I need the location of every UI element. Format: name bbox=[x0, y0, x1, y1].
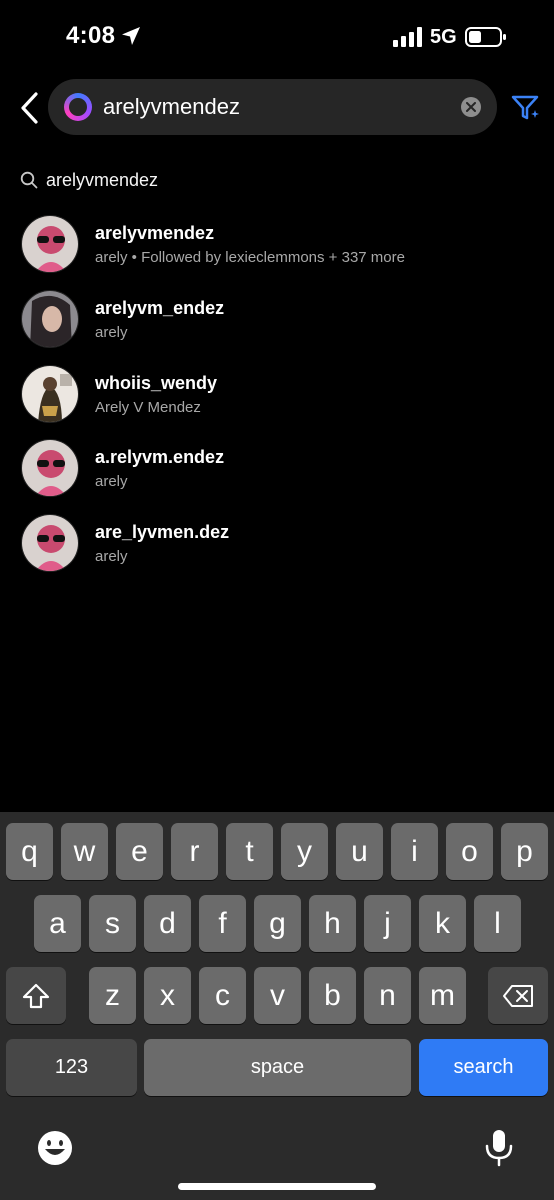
key-c[interactable]: c bbox=[199, 967, 246, 1024]
avatar bbox=[21, 439, 79, 497]
key-l[interactable]: l bbox=[474, 895, 521, 952]
meta-ai-icon bbox=[64, 93, 92, 121]
key-z[interactable]: z bbox=[89, 967, 136, 1024]
cellular-signal-icon bbox=[393, 27, 422, 47]
key-f[interactable]: f bbox=[199, 895, 246, 952]
avatar bbox=[21, 514, 79, 572]
key-b[interactable]: b bbox=[309, 967, 356, 1024]
list-item[interactable]: whoiis_wendy Arely V Mendez bbox=[0, 359, 554, 429]
search-icon bbox=[20, 171, 38, 189]
location-arrow-icon bbox=[122, 27, 140, 45]
list-item[interactable]: arelyvmendez arely • Followed by lexiecl… bbox=[0, 209, 554, 279]
result-username: whoiis_wendy bbox=[95, 373, 218, 393]
list-item[interactable]: a.relyvm.endez arely bbox=[0, 433, 554, 503]
result-subtitle: arely • Followed by lexieclemmons + 337 … bbox=[95, 249, 405, 266]
key-p[interactable]: p bbox=[501, 823, 548, 880]
shift-key[interactable] bbox=[6, 967, 66, 1024]
back-arrow-icon[interactable] bbox=[14, 88, 50, 128]
battery-icon bbox=[465, 27, 506, 47]
search-filter-icon[interactable] bbox=[511, 94, 541, 122]
key-j[interactable]: j bbox=[364, 895, 411, 952]
key-q[interactable]: q bbox=[6, 823, 53, 880]
key-e[interactable]: e bbox=[116, 823, 163, 880]
network-type: 5G bbox=[430, 26, 457, 48]
avatar bbox=[21, 215, 79, 273]
key-d[interactable]: d bbox=[144, 895, 191, 952]
status-bar: 4:08 5G bbox=[0, 0, 554, 72]
result-subtitle: Arely V Mendez bbox=[95, 399, 201, 416]
search-suggestion[interactable]: arelyvmendez bbox=[0, 160, 554, 200]
key-v[interactable]: v bbox=[254, 967, 301, 1024]
status-time: 4:08 bbox=[66, 22, 116, 49]
search-input[interactable]: arelyvmendez bbox=[48, 79, 497, 135]
key-a[interactable]: a bbox=[34, 895, 81, 952]
key-g[interactable]: g bbox=[254, 895, 301, 952]
key-s[interactable]: s bbox=[89, 895, 136, 952]
key-u[interactable]: u bbox=[336, 823, 383, 880]
list-item[interactable]: are_lyvmen.dez arely bbox=[0, 508, 554, 578]
result-username: arelyvmendez bbox=[95, 223, 215, 243]
key-k[interactable]: k bbox=[419, 895, 466, 952]
emoji-icon[interactable] bbox=[35, 1128, 75, 1168]
space-key[interactable]: space bbox=[144, 1039, 411, 1096]
keyboard: q w e r t y u i o p a s d f g h j k l z … bbox=[0, 812, 554, 1200]
search-key[interactable]: search bbox=[419, 1039, 548, 1096]
key-h[interactable]: h bbox=[309, 895, 356, 952]
clear-search-icon[interactable] bbox=[461, 97, 481, 117]
delete-key[interactable] bbox=[488, 967, 548, 1024]
key-x[interactable]: x bbox=[144, 967, 191, 1024]
result-subtitle: arely bbox=[95, 548, 128, 565]
suggestion-text: arelyvmendez bbox=[46, 170, 159, 190]
shift-icon bbox=[22, 983, 50, 1008]
avatar bbox=[21, 365, 79, 423]
key-w[interactable]: w bbox=[61, 823, 108, 880]
home-indicator[interactable] bbox=[178, 1183, 376, 1190]
key-y[interactable]: y bbox=[281, 823, 328, 880]
result-username: a.relyvm.endez bbox=[95, 447, 225, 467]
key-m[interactable]: m bbox=[419, 967, 466, 1024]
key-r[interactable]: r bbox=[171, 823, 218, 880]
backspace-icon bbox=[503, 984, 533, 1007]
avatar bbox=[21, 290, 79, 348]
key-o[interactable]: o bbox=[446, 823, 493, 880]
key-t[interactable]: t bbox=[226, 823, 273, 880]
result-subtitle: arely bbox=[95, 324, 128, 341]
result-username: are_lyvmen.dez bbox=[95, 522, 230, 542]
numbers-key[interactable]: 123 bbox=[6, 1039, 137, 1096]
microphone-icon[interactable] bbox=[479, 1128, 519, 1168]
list-item[interactable]: arelyvm_endez arely bbox=[0, 284, 554, 354]
result-subtitle: arely bbox=[95, 473, 128, 490]
key-i[interactable]: i bbox=[391, 823, 438, 880]
result-username: arelyvm_endez bbox=[95, 298, 225, 318]
search-query: arelyvmendez bbox=[103, 94, 240, 119]
key-n[interactable]: n bbox=[364, 967, 411, 1024]
